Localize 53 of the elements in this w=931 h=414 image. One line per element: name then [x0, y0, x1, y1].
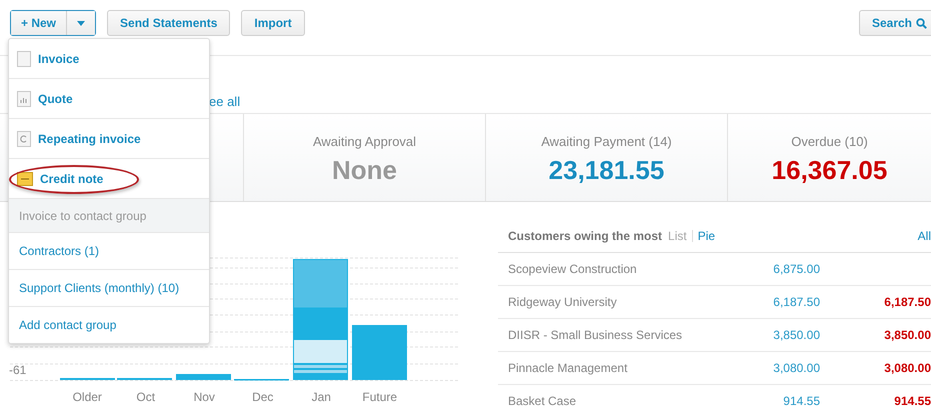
- document-icon: [17, 50, 31, 66]
- card-title: Overdue (10): [791, 134, 868, 148]
- chart-bar: [176, 374, 231, 380]
- chart-bar: [352, 325, 407, 380]
- credit-note-icon: [17, 172, 33, 186]
- menu-item[interactable]: Quote: [9, 79, 209, 119]
- axis-label: Oct: [135, 390, 156, 404]
- new-button[interactable]: + New: [11, 11, 66, 35]
- toolbar-button[interactable]: Import: [241, 10, 305, 36]
- menu-item[interactable]: Invoice: [9, 39, 209, 79]
- search-button[interactable]: Search: [858, 10, 931, 36]
- view-toggle-link[interactable]: List: [668, 229, 687, 243]
- card-title: Awaiting Payment (14): [541, 134, 672, 148]
- amount-overdue: 914.55: [894, 394, 931, 408]
- customer-name: DIISR - Small Business Services: [508, 328, 684, 342]
- amount-due: 6,187.50: [772, 295, 820, 309]
- section-title: Customers owing the most: [508, 229, 662, 243]
- card-amount: 16,367.05: [772, 154, 888, 186]
- axis-label: Dec: [251, 390, 274, 404]
- menu-section-header: Invoice to contact group: [9, 199, 209, 233]
- axis-label: Older: [72, 390, 103, 404]
- amount-due: 3,080.00: [772, 361, 820, 375]
- see-all-link[interactable]: ee all: [209, 94, 240, 109]
- axis-label: Nov: [192, 390, 216, 404]
- all-link[interactable]: All: [918, 229, 931, 243]
- search-icon: [916, 18, 927, 28]
- customer-name: Scopeview Construction: [508, 262, 638, 276]
- caret-icon: [77, 20, 86, 26]
- document-refresh-icon: [17, 130, 31, 146]
- customer-name: Ridgeway University: [508, 295, 618, 309]
- document-chart-icon: [17, 90, 31, 106]
- amount-overdue: 3,080.00: [884, 361, 931, 375]
- new-split-button[interactable]: + New: [10, 10, 96, 36]
- view-toggle-link[interactable]: Pie: [698, 229, 716, 243]
- dropdown-button[interactable]: [66, 11, 96, 35]
- menu-item[interactable]: Repeating invoice: [9, 119, 209, 159]
- menu-item[interactable]: Support Clients (monthly) (10): [9, 270, 209, 307]
- customer-name: Pinnacle Management: [508, 361, 628, 375]
- card-amount: 23,181.55: [548, 154, 664, 186]
- menu-item[interactable]: Contractors (1): [9, 233, 209, 270]
- amount-overdue: 6,187.50: [884, 295, 931, 309]
- axis-label: Jan: [310, 390, 332, 404]
- axis-label: -61: [9, 363, 26, 377]
- amount-due: 914.55: [782, 394, 820, 408]
- amount-overdue: 3,850.00: [884, 328, 931, 342]
- menu-item[interactable]: Add contact group: [9, 307, 209, 343]
- customer-name: Basket Case: [508, 394, 578, 408]
- card-amount: None: [332, 154, 397, 186]
- amount-due: 6,875.00: [772, 262, 820, 276]
- amount-due: 3,850.00: [772, 328, 820, 342]
- toolbar-button[interactable]: Send Statements: [107, 10, 230, 36]
- card-title: Awaiting Approval: [312, 134, 416, 148]
- axis-label: Future: [361, 390, 398, 404]
